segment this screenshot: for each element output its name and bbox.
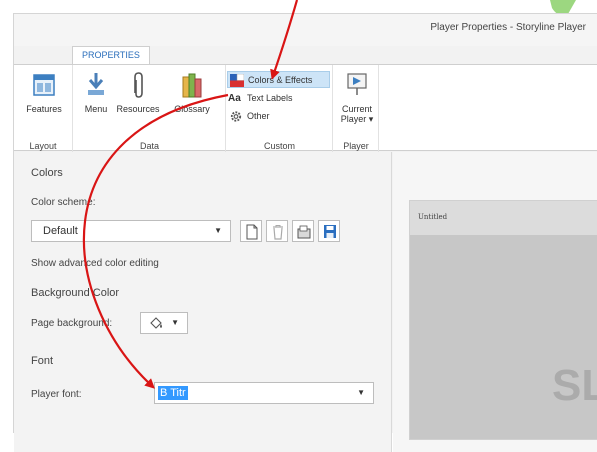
chevron-down-icon: ▼ [214,226,222,235]
gear-icon [230,111,242,122]
paint-bucket-icon [150,317,162,329]
text-labels-button[interactable]: Aa Text Labels [227,90,327,107]
title-bar: Player Properties - Storyline Player [14,14,597,46]
color-scheme-label: Color scheme: [31,197,96,208]
features-button[interactable]: Features [22,71,66,114]
player-properties-window: Player Properties - Storyline Player PRO… [13,13,597,452]
preview-slide-title: Untitled [418,213,448,221]
colors-heading: Colors [31,167,63,179]
colors-effects-button[interactable]: Colors & Effects [227,71,330,88]
delete-scheme-button[interactable] [266,220,288,242]
custom-group-label: Custom [263,141,295,151]
page-background-label: Page background: [31,318,113,329]
current-player-label: Current [341,104,372,114]
features-label: Features [26,104,62,114]
chevron-down-icon: ▼ [357,388,365,397]
menu-icon [88,73,104,95]
player-group-label: Player [343,141,369,151]
colors-effects-icon [230,74,244,87]
resources-label: Resources [116,104,160,114]
ribbon: Features Layout Menu Resources Glossary … [14,64,597,152]
save-icon [324,225,336,238]
ribbon-group-data: Menu Resources Glossary Data [74,65,226,152]
page-background-color-picker[interactable]: ▼ [140,312,188,334]
properties-panel: Colors Color scheme: Default ▼ Show adva… [14,152,392,452]
color-scheme-value: Default [43,225,78,237]
data-group-label: Data [139,141,159,151]
new-page-icon [246,224,258,240]
player-font-value: B Titr [158,386,188,400]
paperclip-icon [134,72,143,98]
current-player-label-2: Player ▾ [340,114,374,124]
player-font-dropdown[interactable]: B Titr ▼ [154,382,374,404]
text-labels-label: Text Labels [247,93,293,103]
preview-slide: Untitled SL [409,200,597,440]
other-button[interactable]: Other [227,108,327,125]
features-icon [33,74,55,96]
ribbon-group-custom: Colors & Effects Aa Text Labels Other Cu… [227,65,333,152]
current-player-icon [347,73,367,95]
background-heading: Background Color [31,287,120,299]
window-title: Player Properties - Storyline Player [430,22,586,33]
advanced-color-link[interactable]: Show advanced color editing [31,258,159,269]
other-label: Other [247,111,270,121]
preview-slide-header: Untitled [410,201,597,235]
player-preview: Untitled SL [393,152,597,452]
folder-icon [297,225,311,239]
player-font-label: Player font: [31,389,82,400]
layout-group-label: Layout [29,141,57,151]
color-scheme-dropdown[interactable]: Default ▼ [31,220,231,242]
resources-button[interactable]: Resources [114,71,162,114]
menu-label: Menu [84,104,108,114]
font-heading: Font [31,355,54,367]
chevron-down-icon: ▼ [171,318,179,327]
preview-slide-text: SL [552,361,597,410]
open-scheme-button[interactable] [292,220,314,242]
glossary-button[interactable]: Glossary [170,71,214,114]
new-scheme-button[interactable] [240,220,262,242]
ribbon-tabbar: PROPERTIES [14,46,597,64]
tab-properties[interactable]: PROPERTIES [72,46,150,64]
ribbon-group-player: Current Player ▾ Player [334,65,379,152]
save-scheme-button[interactable] [318,220,340,242]
menu-button[interactable]: Menu [80,71,112,114]
ribbon-group-layout: Features Layout [14,65,73,152]
glossary-icon [182,73,202,98]
text-labels-icon: Aa [228,93,241,104]
current-player-button[interactable]: Current Player ▾ [336,71,378,124]
trash-icon [273,225,283,240]
colors-effects-label: Colors & Effects [248,75,313,85]
glossary-label: Glossary [174,104,210,114]
